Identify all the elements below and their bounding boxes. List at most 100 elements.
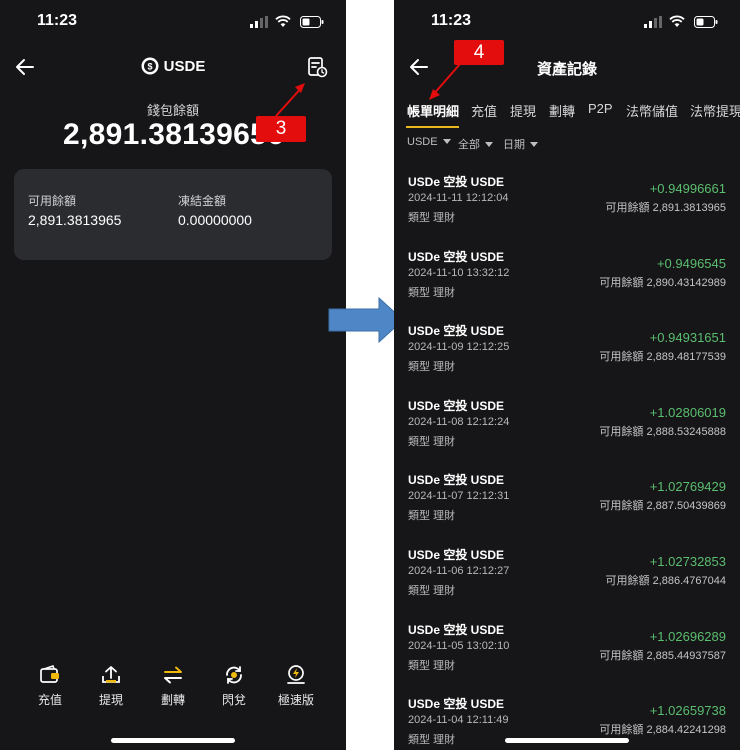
- filter-type-label: 全部: [458, 139, 480, 151]
- list-item[interactable]: USDe 空投 USDE 2024-11-07 12:12:31 類型 理財 +…: [394, 471, 740, 545]
- tab-withdraw[interactable]: 提現: [510, 101, 536, 120]
- record-date: 2024-11-06 12:12:27: [408, 565, 510, 577]
- record-amount: +1.02769429: [649, 479, 726, 494]
- bottom-action-bar: 充值 提現 劃轉 閃兌 極速版: [0, 664, 346, 714]
- record-amount: +0.94996661: [649, 181, 726, 196]
- wallet-icon: [40, 665, 59, 683]
- record-available: 可用餘額 2,890.43142989: [599, 277, 726, 289]
- filter-type[interactable]: 全部: [458, 136, 493, 152]
- lite-mode-button[interactable]: 極速版: [266, 664, 326, 708]
- list-item[interactable]: USDe 空投 USDE 2024-11-08 12:12:24 類型 理財 +…: [394, 397, 740, 471]
- record-type: 類型 理財: [408, 361, 456, 373]
- record-name: USDe 空投 USDE: [408, 548, 505, 562]
- record-date: 2024-11-10 13:32:12: [408, 267, 510, 279]
- deposit-button[interactable]: 充值: [20, 664, 80, 708]
- record-type: 類型 理財: [408, 660, 456, 672]
- status-time: 11:23: [37, 12, 78, 29]
- filter-date[interactable]: 日期: [503, 136, 538, 152]
- list-item[interactable]: USDe 空投 USDE 2024-11-09 12:12:25 類型 理財 +…: [394, 322, 740, 396]
- withdraw-button[interactable]: 提現: [81, 664, 141, 708]
- swap-icon: [226, 666, 242, 684]
- filter-date-label: 日期: [503, 139, 525, 151]
- signal-icon: [644, 16, 662, 28]
- wallet-balance-amount: 2,891.38139656: [63, 118, 285, 151]
- record-date: 2024-11-07 12:12:31: [408, 490, 510, 502]
- record-amount: +0.9496545: [656, 256, 726, 271]
- record-available: 可用餘額 2,885.44937587: [599, 650, 726, 662]
- record-date: 2024-11-08 12:12:24: [408, 416, 510, 428]
- record-name: USDe 空投 USDE: [408, 324, 505, 338]
- list-item[interactable]: USDe 空投 USDE 2024-11-05 13:02:10 類型 理財 +…: [394, 621, 740, 695]
- tab-transfer[interactable]: 劃轉: [549, 101, 575, 120]
- svg-text:$: $: [147, 62, 152, 72]
- record-available: 可用餘額 2,888.53245888: [599, 426, 726, 438]
- record-amount: +1.02696289: [649, 629, 726, 644]
- wallet-screen: 11:23 $ USDE 錢包餘額 2,891.38139656 可用餘額 2,…: [0, 0, 346, 750]
- transfer-icon: [164, 666, 182, 684]
- status-bar: 11:23: [394, 0, 740, 44]
- record-amount: +1.02659738: [649, 703, 726, 718]
- record-name: USDe 空投 USDE: [408, 623, 505, 637]
- record-type: 類型 理財: [408, 734, 456, 746]
- page-title-text: USDE: [163, 58, 206, 75]
- asset-record-icon[interactable]: [306, 56, 328, 78]
- record-name: USDe 空投 USDE: [408, 473, 505, 487]
- battery-icon: [694, 16, 718, 28]
- record-available: 可用餘額 2,891.3813965: [605, 202, 726, 214]
- lightning-icon: [287, 665, 305, 684]
- dropdown-triangle-icon: [442, 139, 451, 144]
- record-name: USDe 空投 USDE: [408, 175, 505, 189]
- status-bar: 11:23: [0, 0, 346, 44]
- available-balance-label: 可用餘額: [28, 194, 77, 208]
- list-item[interactable]: USDe 空投 USDE 2024-11-06 12:12:27 類型 理財 +…: [394, 546, 740, 620]
- transfer-button[interactable]: 劃轉: [143, 664, 203, 708]
- status-time: 11:23: [431, 12, 472, 29]
- record-name: USDe 空投 USDE: [408, 697, 505, 711]
- record-type: 類型 理財: [408, 510, 456, 522]
- annotation-arrow-3: [275, 83, 305, 117]
- record-date: 2024-11-09 12:12:25: [408, 341, 510, 353]
- record-date: 2024-11-04 12:11:49: [408, 714, 509, 726]
- filter-currency[interactable]: USDE: [407, 136, 451, 148]
- record-available: 可用餘額 2,887.50439869: [599, 500, 726, 512]
- tab-fiat-withdraw[interactable]: 法幣提現: [690, 101, 740, 120]
- tab-p2p[interactable]: P2P: [588, 101, 613, 116]
- flash-swap-label: 閃兌: [221, 693, 246, 707]
- home-indicator: [111, 738, 235, 743]
- record-available: 可用餘額 2,886.4767044: [605, 575, 726, 587]
- balance-card: 可用餘額 2,891.3813965 凍結金額 0.00000000: [14, 169, 332, 260]
- transfer-label: 劃轉: [160, 693, 185, 707]
- usde-coin-icon: $: [141, 57, 159, 75]
- page-title: $ USDE: [0, 57, 346, 75]
- frozen-amount-value: 0.00000000: [178, 212, 252, 228]
- list-item[interactable]: USDe 空投 USDE 2024-11-10 13:32:12 類型 理財 +…: [394, 248, 740, 322]
- dropdown-triangle-icon: [530, 142, 538, 147]
- wifi-icon: [669, 15, 685, 27]
- active-tab-indicator: [406, 126, 459, 128]
- record-available: 可用餘額 2,889.48177539: [599, 351, 726, 363]
- filter-currency-label: USDE: [407, 136, 438, 148]
- lite-mode-label: 極速版: [277, 693, 314, 707]
- signal-icon: [250, 16, 268, 28]
- available-balance-value: 2,891.3813965: [28, 212, 122, 228]
- record-type: 類型 理財: [408, 287, 456, 299]
- deposit-label: 充值: [37, 693, 62, 707]
- tab-fiat-deposit[interactable]: 法幣儲值: [626, 101, 678, 120]
- annotation-arrow-4: [429, 63, 461, 100]
- record-amount: +0.94931651: [649, 330, 726, 345]
- record-type: 類型 理財: [408, 212, 456, 224]
- wifi-icon: [275, 15, 291, 27]
- list-item[interactable]: USDe 空投 USDE 2024-11-11 12:12:04 類型 理財 +…: [394, 173, 740, 247]
- upload-icon: [102, 666, 120, 683]
- record-amount: +1.02806019: [649, 405, 726, 420]
- record-date: 2024-11-05 13:02:10: [408, 640, 510, 652]
- record-type: 類型 理財: [408, 585, 456, 597]
- tab-deposit[interactable]: 充值: [471, 101, 497, 120]
- asset-record-screen: 11:23 資產記錄 帳單明細 充值 提現 劃轉 P2P 法幣儲值 法幣提現 U…: [394, 0, 740, 750]
- home-indicator: [505, 738, 629, 743]
- battery-icon: [300, 16, 324, 28]
- flash-swap-button[interactable]: 閃兌: [204, 664, 264, 708]
- record-type: 類型 理財: [408, 436, 456, 448]
- frozen-amount-label: 凍結金額: [178, 194, 227, 208]
- record-available: 可用餘額 2,884.42241298: [599, 724, 726, 736]
